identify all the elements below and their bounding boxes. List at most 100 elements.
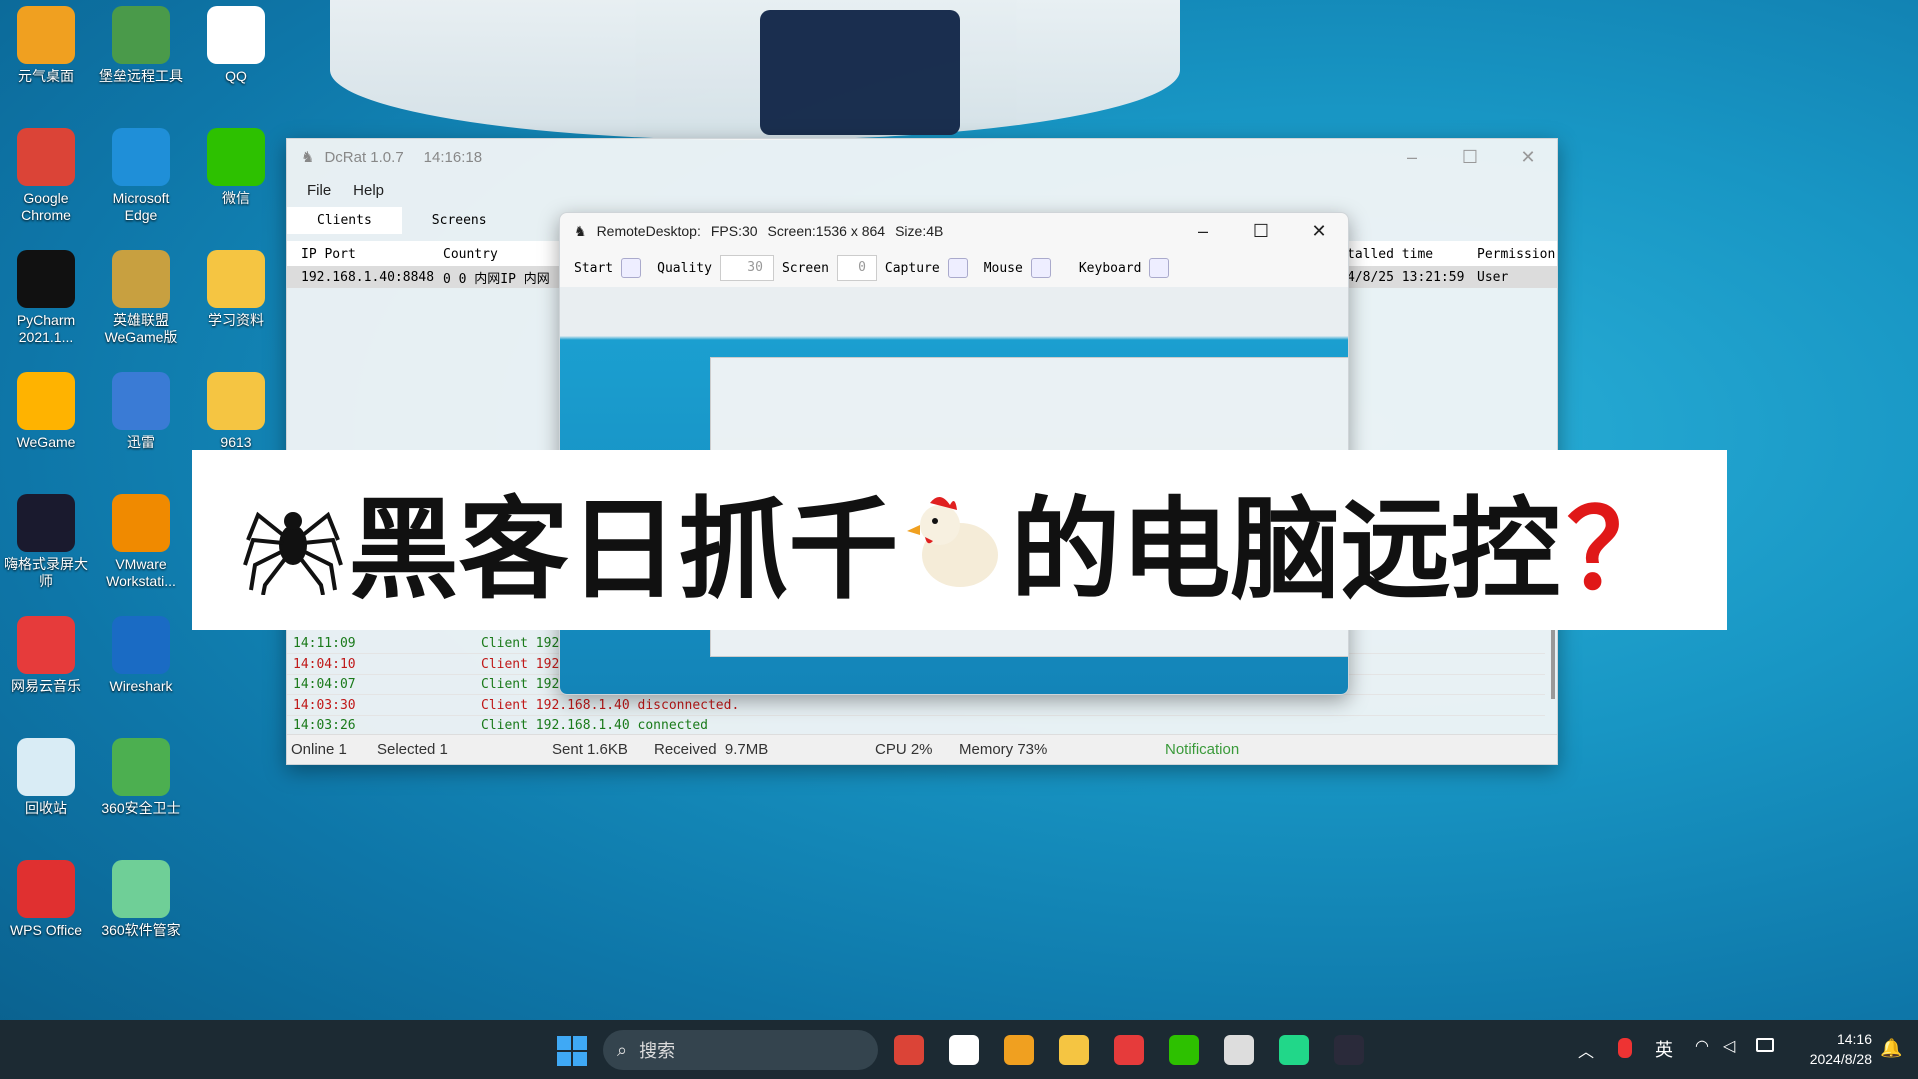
app-icon — [17, 738, 75, 796]
remote-data-size: Size:4B — [895, 223, 944, 239]
menu-file[interactable]: File — [307, 182, 331, 199]
app-icon — [17, 250, 75, 308]
desktop-icon[interactable]: 嗨格式录屏大师 — [1, 494, 91, 590]
taskbar-app-camera[interactable] — [1334, 1035, 1364, 1065]
log-message: Client 192 — [481, 676, 560, 692]
app-icon — [112, 494, 170, 552]
close-button[interactable]: ✕ — [1290, 221, 1348, 242]
desktop-icon[interactable]: Wireshark — [96, 616, 186, 695]
remote-screen-size: Screen:1536 x 864 — [767, 223, 886, 239]
app-icon — [207, 250, 265, 308]
caption-text-2: 的电脑远控 — [1010, 486, 1561, 614]
desktop-icon[interactable]: 英雄联盟WeGame版 — [96, 250, 186, 346]
menu-help[interactable]: Help — [353, 182, 384, 199]
tab-screens[interactable]: Screens — [402, 207, 517, 234]
wallpaper-boat — [330, 0, 1180, 140]
battery-icon[interactable] — [1756, 1038, 1774, 1052]
app-icon — [207, 128, 265, 186]
desktop-icon[interactable]: 迅雷 — [96, 372, 186, 451]
taskbar: ⌕ 搜索 ︿ 英 ◠ ◁ 14:16 2024/8/28 🔔 — [0, 1020, 1918, 1079]
dcrat-titlebar[interactable]: ♞ DcRat 1.0.7 14:16:18 — [287, 139, 1557, 175]
volume-icon[interactable]: ◁ — [1723, 1036, 1735, 1056]
desktop-icon-label: 学习资料 — [208, 312, 264, 328]
column-ip-port[interactable]: IP Port — [301, 247, 356, 262]
desktop-icon[interactable]: VMware Workstati... — [96, 494, 186, 590]
desktop-icon[interactable]: WPS Office — [1, 860, 91, 939]
wifi-icon[interactable]: ◠ — [1695, 1036, 1709, 1056]
minimize-button[interactable]: – — [1383, 147, 1441, 168]
desktop-icon-label: WPS Office — [9, 922, 83, 938]
log-message: Client 192 — [481, 656, 560, 672]
log-row[interactable]: 14:03:30 Client 192.168.1.40 disconnected… — [287, 695, 1545, 716]
remote-fps: FPS:30 — [710, 223, 758, 239]
client-ip: 192.168.1.40:8848 — [301, 269, 435, 285]
desktop-icon-label: 堡垒远程工具 — [99, 68, 183, 84]
close-button[interactable]: ✕ — [1499, 147, 1557, 168]
app-icon — [112, 128, 170, 186]
desktop-icon[interactable]: 网易云音乐 — [1, 616, 91, 695]
taskbar-app-netease-music[interactable] — [1114, 1035, 1144, 1065]
keyboard-toggle[interactable] — [1149, 258, 1170, 278]
desktop-icon[interactable]: 360软件管家 — [96, 860, 186, 939]
desktop-icon[interactable]: Google Chrome — [1, 128, 91, 224]
quality-stepper[interactable]: 30 — [719, 255, 774, 281]
taskbar-app-pycharm[interactable] — [1279, 1035, 1309, 1065]
taskbar-app-qq[interactable] — [949, 1035, 979, 1065]
mouse-label: Mouse — [983, 260, 1023, 276]
taskbar-app-wechat[interactable] — [1169, 1035, 1199, 1065]
tray-overflow-icon[interactable]: ︿ — [1578, 1038, 1594, 1062]
desktop-icon[interactable]: 回收站 — [1, 738, 91, 817]
desktop-icon-label: Wireshark — [109, 678, 173, 694]
start-button[interactable] — [621, 258, 642, 278]
log-time: 14:11:09 — [293, 635, 356, 651]
desktop-icon[interactable]: QQ — [191, 6, 281, 85]
log-scrollbar[interactable] — [1551, 629, 1555, 699]
maximize-button[interactable]: ☐ — [1441, 147, 1499, 168]
desktop-icon-label: 360软件管家 — [101, 922, 181, 938]
log-row[interactable]: 14:03:26 Client 192.168.1.40 connected — [287, 715, 1545, 736]
minimize-button[interactable]: – — [1174, 221, 1232, 242]
desktop-icon[interactable]: PyCharm 2021.1... — [1, 250, 91, 346]
quality-label: Quality — [657, 260, 712, 276]
tab-clients[interactable]: Clients — [287, 207, 402, 234]
desktop-icon-label: 网易云音乐 — [11, 678, 81, 694]
desktop-icon[interactable]: WeGame — [1, 372, 91, 451]
taskbar-app-remote-app[interactable] — [1004, 1035, 1034, 1065]
mouse-toggle[interactable] — [1030, 258, 1051, 278]
client-country: 0 0 内网IP 内网 — [443, 271, 550, 287]
search-icon: ⌕ — [617, 1039, 628, 1060]
desktop-icon-label: 嗨格式录屏大师 — [4, 556, 88, 589]
maximize-button[interactable]: ☐ — [1232, 221, 1290, 242]
ime-indicator[interactable]: 英 — [1655, 1036, 1673, 1062]
notification-link[interactable]: Notification — [1165, 741, 1239, 758]
desktop-icon[interactable]: 9613 — [191, 372, 281, 451]
desktop-icon-label: PyCharm 2021.1... — [16, 312, 76, 345]
desktop-icon[interactable]: 堡垒远程工具 — [96, 6, 186, 85]
clock-date: 2024/8/28 — [1809, 1051, 1872, 1067]
taskbar-app-file-explorer[interactable] — [1059, 1035, 1089, 1065]
app-icon — [17, 372, 75, 430]
column-country[interactable]: Country — [443, 247, 498, 262]
clock[interactable]: 14:16 2024/8/28 — [1790, 1029, 1872, 1069]
desktop-icon[interactable]: 学习资料 — [191, 250, 281, 329]
status-online: Online 1 — [291, 741, 347, 758]
screen-label: Screen — [781, 260, 829, 276]
taskbar-app-chrome[interactable] — [894, 1035, 924, 1065]
chicken-icon — [906, 496, 998, 587]
notification-bell-icon[interactable]: 🔔 — [1880, 1038, 1902, 1059]
capture-button[interactable] — [947, 258, 968, 278]
taskbar-app-dcrat[interactable] — [1224, 1035, 1254, 1065]
desktop-icon[interactable]: Microsoft Edge — [96, 128, 186, 224]
start-button[interactable] — [557, 1036, 587, 1066]
screen-stepper[interactable]: 0 — [836, 255, 877, 281]
column-permission[interactable]: Permission — [1477, 247, 1555, 262]
tray-qq-icon[interactable] — [1618, 1038, 1632, 1058]
desktop-icon-label: 迅雷 — [127, 434, 155, 450]
log-time: 14:04:10 — [293, 656, 356, 672]
desktop-icon[interactable]: 360安全卫士 — [96, 738, 186, 817]
app-icon: ♞ — [301, 149, 315, 166]
column-installed-time[interactable]: talled time — [1347, 247, 1433, 262]
desktop-icon[interactable]: 元气桌面 — [1, 6, 91, 85]
search-box[interactable]: ⌕ 搜索 — [603, 1030, 878, 1070]
desktop-icon[interactable]: 微信 — [191, 128, 281, 207]
